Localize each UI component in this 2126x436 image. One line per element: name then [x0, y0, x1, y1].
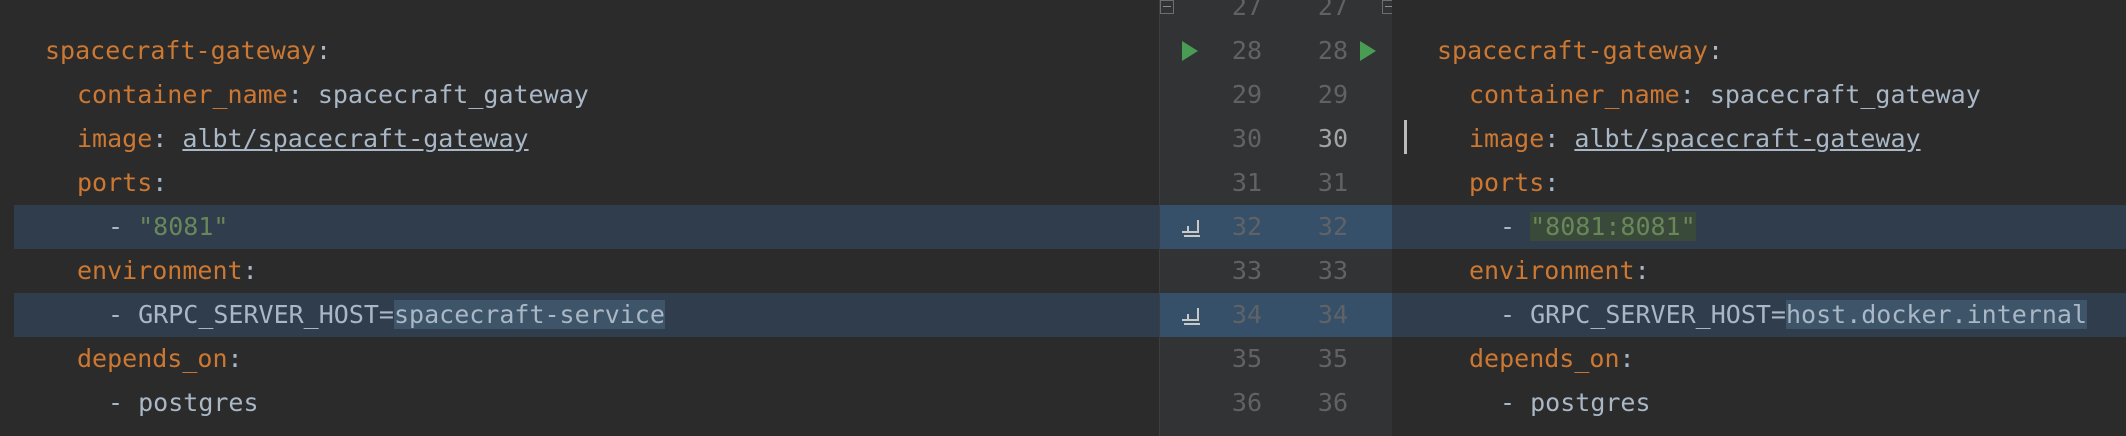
line-number-right: 33 [1317, 256, 1348, 285]
yaml-string: "8081" [138, 212, 229, 241]
yaml-value: spacecraft_gateway [1694, 80, 1981, 109]
yaml-key: depends_on [1469, 344, 1620, 373]
colon: : [1544, 168, 1560, 197]
line-number-left: 33 [1231, 256, 1262, 285]
line-number-left: 27 [1231, 0, 1262, 21]
yaml-key: ports [77, 168, 153, 197]
changed-fragment: spacecraft-service [393, 300, 665, 329]
colon: : [1707, 36, 1723, 65]
yaml-key: depends_on [77, 344, 228, 373]
code-line[interactable]: spacecraft-gateway: [1392, 29, 2126, 73]
line-number-left: 32 [1231, 212, 1262, 241]
colon: : [242, 256, 258, 285]
code-line[interactable]: environment: [1392, 249, 2126, 293]
line-number-right: 34 [1317, 300, 1348, 329]
yaml-key: spacecraft-gateway [1437, 36, 1708, 65]
yaml-key: container_name [1469, 80, 1680, 109]
line-number-right: 32 [1317, 212, 1348, 241]
line-number-left: 28 [1231, 36, 1262, 65]
gutter-row: 27 27 [1160, 0, 1392, 29]
line-number-right: 27 [1317, 0, 1348, 21]
code-line[interactable]: - postgres [1392, 381, 2126, 425]
gutter-row: 28 28 [1160, 29, 1392, 73]
gutter-row-changed: 32 32 [1160, 205, 1392, 249]
list-dash: - [1500, 388, 1531, 417]
right-diff-pane[interactable]: spacecraft-gateway: container_name: spac… [1392, 0, 2126, 436]
changed-line[interactable]: - GRPC_SERVER_HOST=spacecraft-service [14, 293, 1159, 337]
line-number-left: 34 [1231, 300, 1262, 329]
yaml-key: environment [1469, 256, 1635, 285]
colon: : [227, 344, 243, 373]
line-number-right: 36 [1317, 388, 1348, 417]
yaml-key: ports [1469, 168, 1545, 197]
code-line[interactable]: image: albt/spacecraft-gateway [1392, 117, 2126, 161]
yaml-key: image [77, 124, 153, 153]
line-number-right: 31 [1317, 168, 1348, 197]
colon: : [1679, 80, 1695, 109]
colon: : [1634, 256, 1650, 285]
gutter-row: 36 36 [1160, 381, 1392, 425]
gutter-row: 29 29 [1160, 73, 1392, 117]
code-line[interactable]: spacecraft-gateway: [0, 29, 1159, 73]
yaml-value: spacecraft_gateway [302, 80, 589, 109]
gutter-row: 31 31 [1160, 161, 1392, 205]
yaml-value: postgres [138, 388, 259, 417]
line-number-right: 35 [1317, 344, 1348, 373]
apply-change-icon[interactable] [1180, 304, 1202, 326]
line-number-right: 30 [1317, 124, 1348, 153]
colon: : [315, 36, 331, 65]
gutter-row: 30 30 [1160, 117, 1392, 161]
list-dash: - [1500, 300, 1531, 329]
code-line[interactable]: ports: [1392, 161, 2126, 205]
list-dash: - [108, 212, 139, 241]
list-dash: - [1500, 212, 1531, 241]
gutter-row: 35 35 [1160, 337, 1392, 381]
line-number-left: 29 [1231, 80, 1262, 109]
list-dash: - [108, 388, 139, 417]
run-icon[interactable] [1360, 41, 1376, 61]
env-key: GRPC_SERVER_HOST= [138, 300, 394, 329]
colon: : [1619, 344, 1635, 373]
gutter-row-changed: 34 34 [1160, 293, 1392, 337]
colon: : [152, 168, 168, 197]
code-line[interactable]: depends_on: [1392, 337, 2126, 381]
code-line[interactable]: environment: [0, 249, 1159, 293]
changed-line[interactable]: - "8081" [14, 205, 1159, 249]
line-number-left: 30 [1231, 124, 1262, 153]
code-line[interactable]: image: albt/spacecraft-gateway [0, 117, 1159, 161]
image-link[interactable]: albt/spacecraft-gateway [182, 124, 528, 153]
line-number-left: 31 [1231, 168, 1262, 197]
yaml-key: environment [77, 256, 243, 285]
code-line[interactable]: depends_on: [0, 337, 1159, 381]
changed-line[interactable]: - "8081:8081" [1392, 205, 2126, 249]
env-key: GRPC_SERVER_HOST= [1530, 300, 1786, 329]
line-number-left: 36 [1231, 388, 1262, 417]
changed-fragment: host.docker.internal [1785, 300, 2088, 329]
line-number-right: 28 [1317, 36, 1348, 65]
diff-gutter: 27 27 28 28 29 29 30 30 31 31 32 32 33 3… [1159, 0, 1393, 436]
image-link[interactable]: albt/spacecraft-gateway [1574, 124, 1920, 153]
apply-change-icon[interactable] [1180, 216, 1202, 238]
code-line[interactable]: - postgres [0, 381, 1159, 425]
yaml-key: image [1469, 124, 1545, 153]
code-line[interactable]: ports: [0, 161, 1159, 205]
colon: : [152, 124, 168, 153]
yaml-key: spacecraft-gateway [45, 36, 316, 65]
changed-line[interactable]: - GRPC_SERVER_HOST=host.docker.internal [1392, 293, 2126, 337]
colon: : [1544, 124, 1560, 153]
gutter-row: 33 33 [1160, 249, 1392, 293]
code-line[interactable]: container_name: spacecraft_gateway [0, 73, 1159, 117]
yaml-key: container_name [77, 80, 288, 109]
line-number-right: 29 [1317, 80, 1348, 109]
code-line[interactable]: container_name: spacecraft_gateway [1392, 73, 2126, 117]
run-icon[interactable] [1182, 41, 1198, 61]
left-diff-pane[interactable]: spacecraft-gateway: container_name: spac… [0, 0, 1159, 436]
yaml-value: postgres [1530, 388, 1651, 417]
line-number-left: 35 [1231, 344, 1262, 373]
yaml-string: "8081:8081" [1530, 212, 1696, 241]
list-dash: - [108, 300, 139, 329]
colon: : [287, 80, 303, 109]
